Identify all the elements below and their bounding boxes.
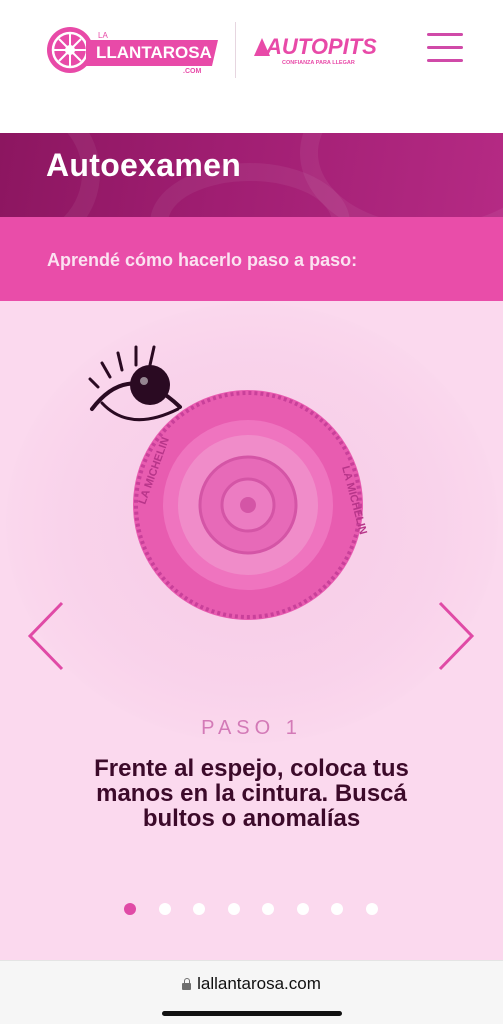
logo-llanta-suffix: .COM — [183, 68, 201, 75]
title-banner: Autoexamen — [0, 133, 503, 217]
step-description: Frente al espejo, coloca tus manos en la… — [94, 755, 409, 832]
eye-icon — [88, 345, 182, 422]
hamburger-menu-button[interactable] — [424, 28, 466, 68]
next-slide-button[interactable] — [434, 599, 478, 673]
pagination-dot-6[interactable] — [297, 903, 309, 915]
home-indicator[interactable] — [162, 1011, 342, 1016]
pagination-dot-2[interactable] — [159, 903, 171, 915]
steps-carousel: LA MICHELIN LA MICHELIN PASO 1 Frente al… — [0, 301, 503, 960]
pagination-dot-1[interactable] — [124, 903, 136, 915]
previous-slide-button[interactable] — [24, 599, 68, 673]
pagination-dot-7[interactable] — [331, 903, 343, 915]
carousel-pagination — [120, 903, 390, 917]
logo-autopits-main: AUTOPITS — [265, 34, 377, 59]
llantarosa-logo[interactable]: LA LLANTAROSA .COM — [46, 26, 221, 78]
browser-address-bar: lallantarosa.com — [0, 960, 503, 1024]
pagination-dot-3[interactable] — [193, 903, 205, 915]
logo-divider — [235, 22, 236, 78]
subtitle-banner: Aprendé cómo hacerlo paso a paso: — [0, 217, 503, 301]
url-text: lallantarosa.com — [197, 974, 321, 993]
pagination-dot-4[interactable] — [228, 903, 240, 915]
step-label: PASO 1 — [201, 717, 302, 739]
menu-bar-icon — [427, 59, 463, 62]
url-field[interactable]: lallantarosa.com — [0, 974, 503, 994]
pagination-dot-5[interactable] — [262, 903, 274, 915]
logo-autopits-tagline: CONFIANZA PARA LLEGAR — [282, 60, 355, 66]
site-header: LA LLANTAROSA .COM AUTOPITS CONFIANZA PA… — [0, 0, 503, 133]
tire-icon: LA MICHELIN LA MICHELIN — [133, 390, 369, 620]
menu-bar-icon — [427, 46, 463, 49]
eye-and-tire-illustration: LA MICHELIN LA MICHELIN — [88, 345, 369, 620]
lock-icon — [182, 978, 192, 990]
menu-bar-icon — [427, 33, 463, 36]
pagination-dot-8[interactable] — [366, 903, 378, 915]
logo-llanta-small: LA — [98, 31, 108, 40]
page-subtitle: Aprendé cómo hacerlo paso a paso: — [47, 250, 358, 270]
logo-llanta-main: LLANTAROSA — [96, 43, 212, 62]
autopits-logo[interactable]: AUTOPITS CONFIANZA PARA LLEGAR — [252, 30, 384, 70]
page-title: Autoexamen — [46, 147, 242, 183]
